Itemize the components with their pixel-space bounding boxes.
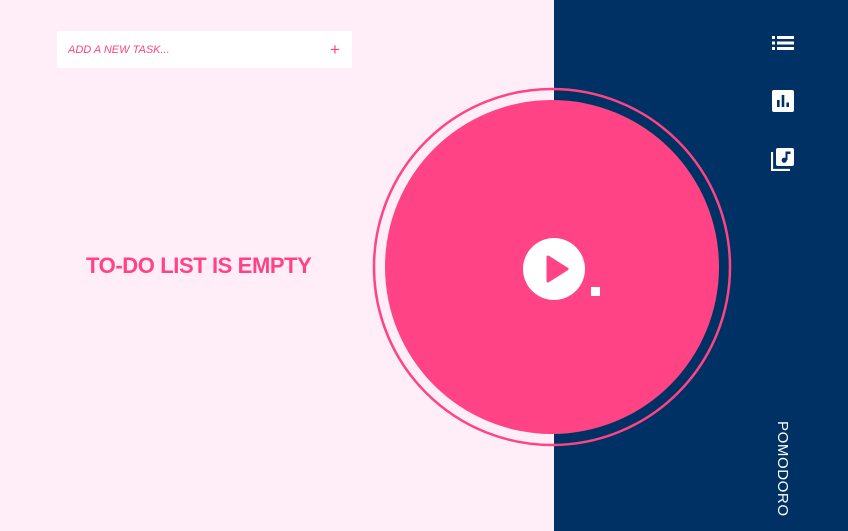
add-task-input[interactable] <box>68 43 328 56</box>
pomodoro-app: + TO-DO LIST IS EMPTY <box>0 0 848 531</box>
add-task-button[interactable]: + <box>328 41 342 58</box>
empty-list-message: TO-DO LIST IS EMPTY <box>86 253 312 278</box>
timer-dot <box>591 287 600 296</box>
play-button[interactable] <box>523 238 585 300</box>
list-icon <box>772 36 794 50</box>
stats-icon-button[interactable] <box>771 89 795 113</box>
music-library-icon <box>771 148 794 171</box>
list-icon-button[interactable] <box>771 31 795 55</box>
bar-chart-icon <box>772 90 794 112</box>
play-icon <box>546 255 569 283</box>
app-title: POMODORO <box>774 421 791 517</box>
music-icon-button[interactable] <box>771 147 795 171</box>
add-task-bar: + <box>57 31 352 68</box>
